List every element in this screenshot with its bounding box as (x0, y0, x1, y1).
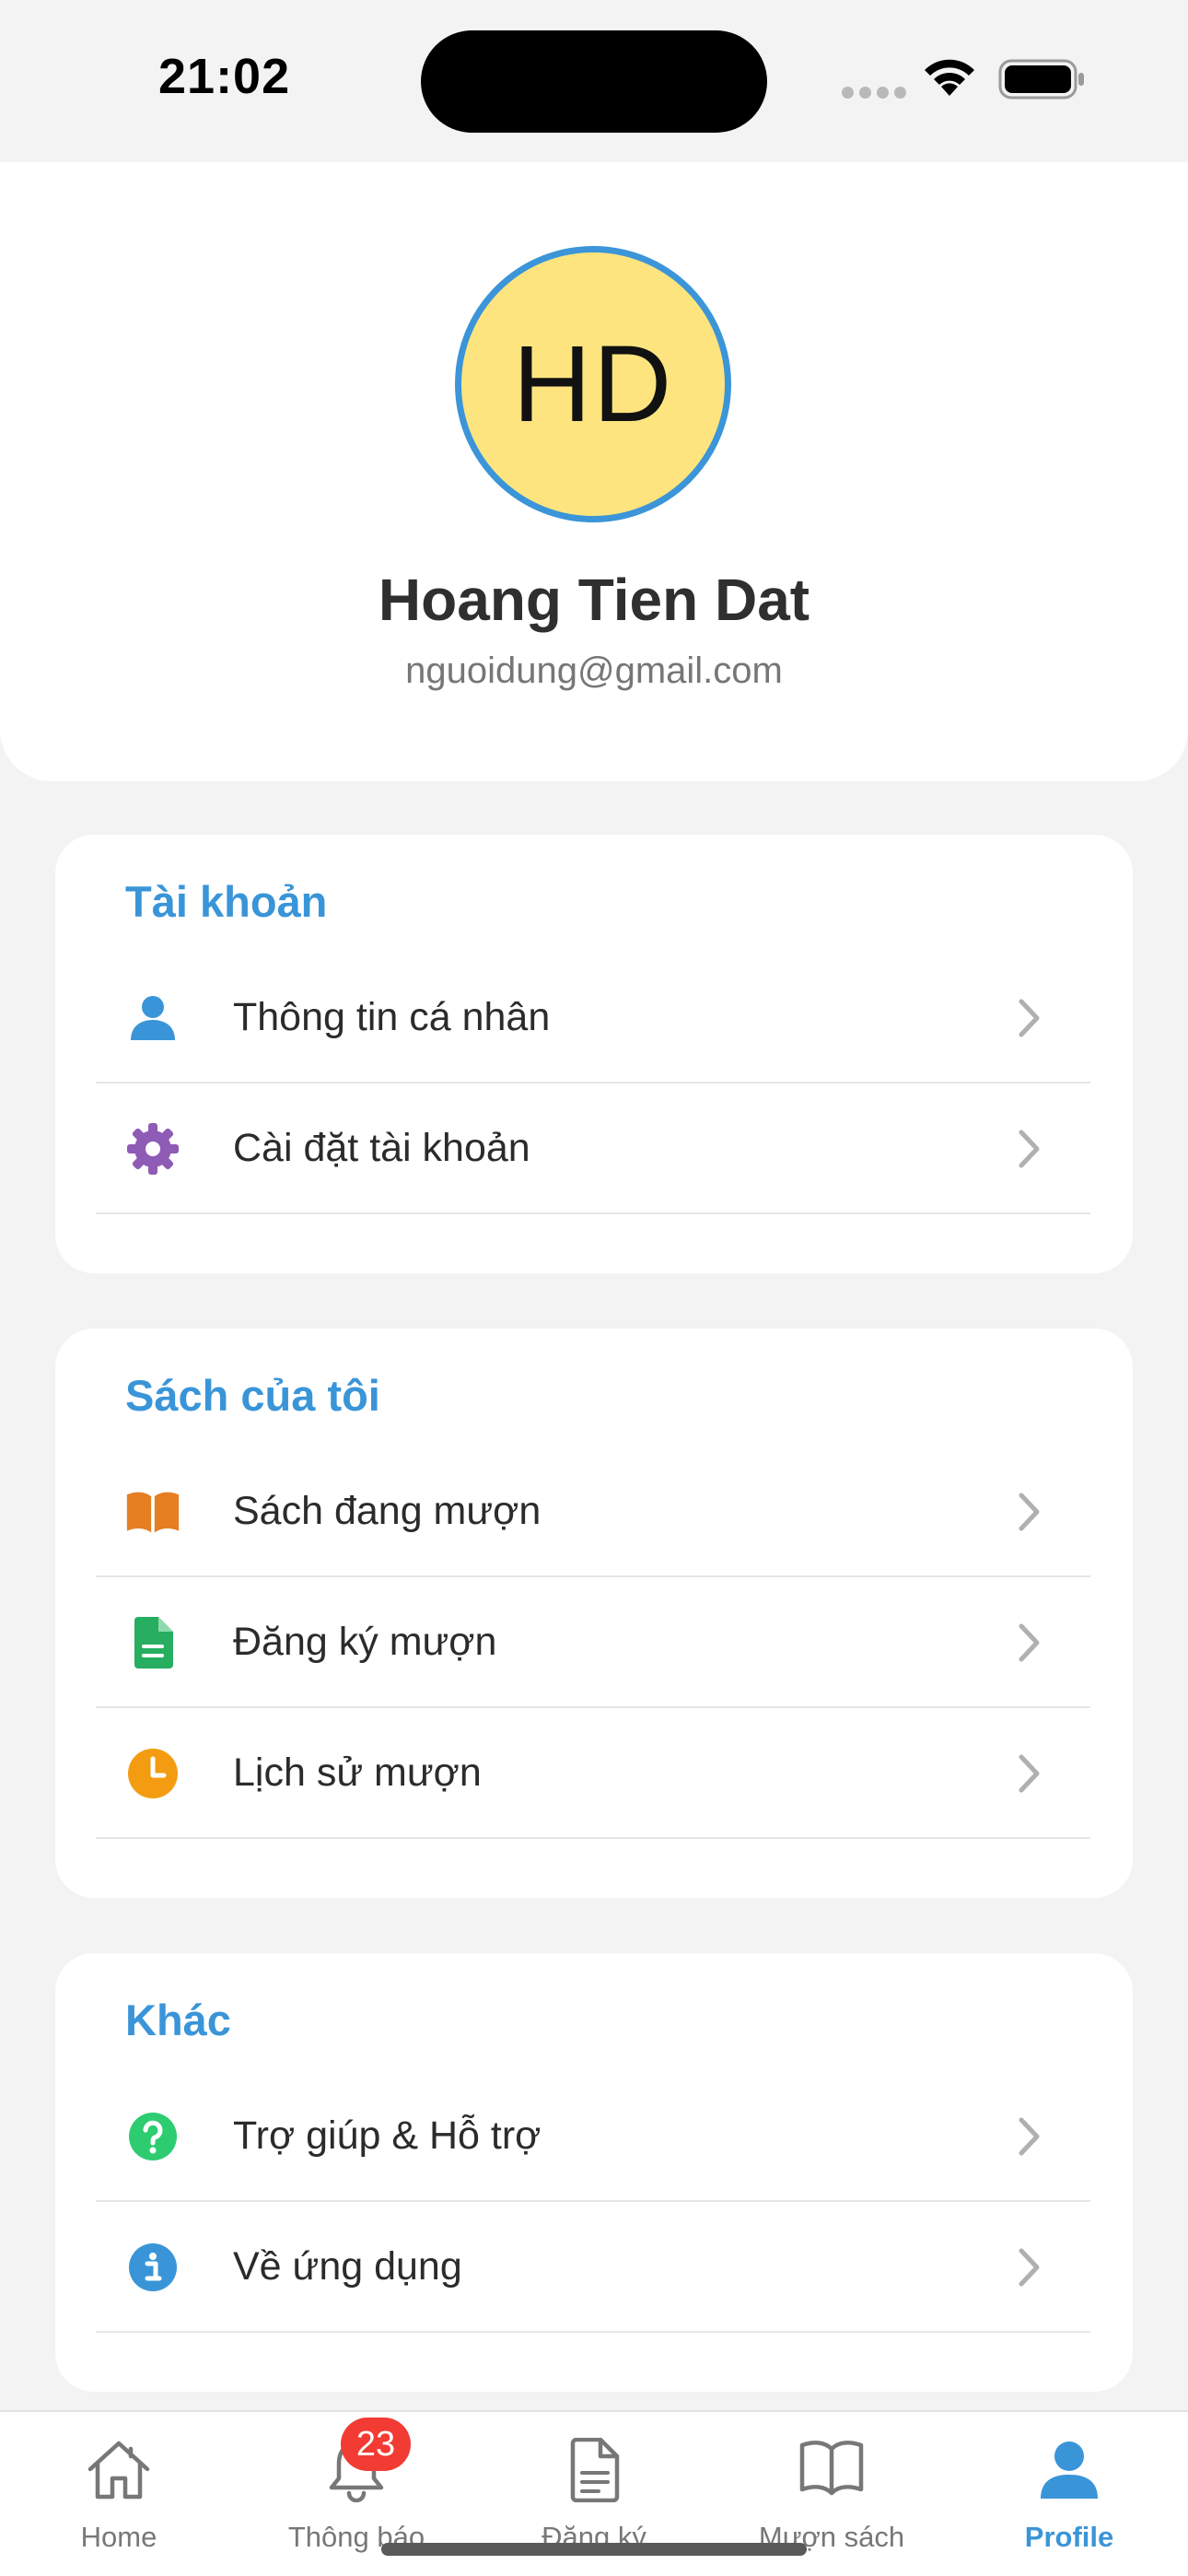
menu-item-label: Thông tin cá nhân (233, 995, 551, 1039)
user-email: nguoidung@gmail.com (405, 650, 783, 691)
book-icon (713, 2438, 950, 2497)
help-icon (125, 2109, 181, 2164)
person-icon (950, 2438, 1188, 2502)
status-time: 21:02 (158, 49, 291, 104)
wifi-icon (925, 59, 974, 96)
battery-icon (998, 59, 1084, 100)
menu-item-label: Trợ giúp & Hỗ trợ (233, 2113, 542, 2158)
menu-item-borrow-history[interactable]: Lịch sử mượn (96, 1708, 1090, 1839)
section-other: Khác Trợ giúp & Hỗ trợ Về ứng dụng (55, 1953, 1133, 2392)
info-icon (125, 2240, 181, 2295)
chevron-right-icon (1019, 1754, 1040, 1793)
section-title: Tài khoản (125, 877, 328, 926)
menu-item-label: Đăng ký mượn (233, 1620, 497, 1664)
status-bar: 21:02 (0, 0, 1188, 162)
menu-item-label: Sách đang mượn (233, 1489, 542, 1533)
section-title: Sách của tôi (125, 1371, 380, 1420)
avatar-initials: HD (512, 323, 674, 445)
menu-item-borrow-registration[interactable]: Đăng ký mượn (96, 1577, 1090, 1708)
menu-item-about-app[interactable]: Về ứng dụng (96, 2202, 1090, 2333)
tab-label: Home (80, 2521, 157, 2553)
avatar[interactable]: HD (455, 246, 731, 522)
dynamic-island (421, 30, 767, 133)
user-name: Hoang Tien Dat (378, 567, 810, 633)
document-icon (475, 2438, 713, 2502)
menu-item-help-support[interactable]: Trợ giúp & Hỗ trợ (96, 2071, 1090, 2202)
clock-icon (125, 1746, 181, 1801)
profile-screen: 21:02 HD Hoang Tien Dat nguoidung@gmail.… (0, 0, 1188, 2576)
section-account: Tài khoản Thông tin cá nhân Cài đặt tài … (55, 835, 1133, 1273)
chevron-right-icon (1019, 2117, 1040, 2156)
tab-profile[interactable]: Profile (950, 2412, 1188, 2576)
gear-icon (125, 1121, 181, 1177)
chevron-right-icon (1019, 999, 1040, 1037)
chevron-right-icon (1019, 1493, 1040, 1531)
tab-home[interactable]: Home (0, 2412, 238, 2576)
section-title: Khác (125, 1996, 231, 2044)
menu-item-borrowed-books[interactable]: Sách đang mượn (96, 1446, 1090, 1577)
cellular-signal-icon (842, 87, 906, 99)
section-my-books: Sách của tôi Sách đang mượn Đăng ký mượn… (55, 1329, 1133, 1898)
tab-label: Profile (1024, 2521, 1114, 2553)
menu-item-label: Lịch sử mượn (233, 1751, 482, 1795)
person-icon (125, 990, 181, 1046)
chevron-right-icon (1019, 1130, 1040, 1168)
menu-item-label: Cài đặt tài khoản (233, 1126, 530, 1170)
home-icon (0, 2438, 238, 2502)
chevron-right-icon (1019, 2248, 1040, 2287)
chevron-right-icon (1019, 1623, 1040, 1662)
document-icon (125, 1615, 181, 1670)
notification-badge: 23 (341, 2418, 411, 2471)
menu-item-personal-info[interactable]: Thông tin cá nhân (96, 953, 1090, 1083)
profile-header: HD Hoang Tien Dat nguoidung@gmail.com (0, 162, 1188, 781)
open-book-icon (125, 1484, 181, 1540)
menu-item-account-settings[interactable]: Cài đặt tài khoản (96, 1083, 1090, 1214)
home-indicator[interactable] (381, 2543, 807, 2556)
menu-item-label: Về ứng dụng (233, 2244, 462, 2289)
